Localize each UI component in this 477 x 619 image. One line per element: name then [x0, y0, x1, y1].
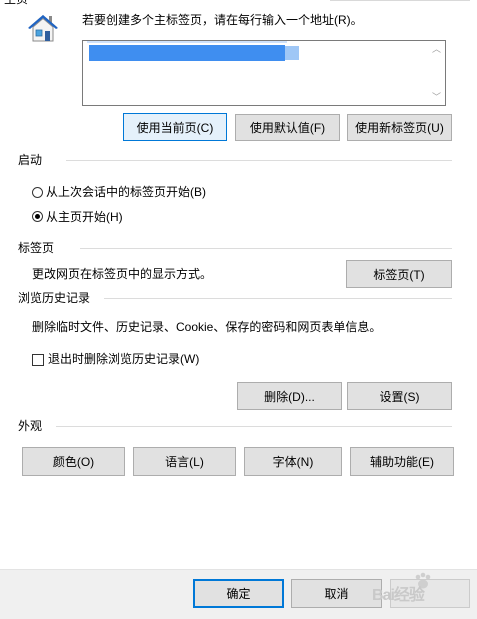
divider	[330, 0, 470, 1]
section-label-history: 浏览历史记录	[18, 291, 91, 305]
section-label-appearance: 外观	[18, 419, 43, 433]
divider	[66, 160, 452, 161]
radio-home-page[interactable]	[32, 211, 43, 222]
section-label-home: 主页	[4, 0, 28, 7]
fonts-button[interactable]: 字体(N)	[244, 447, 342, 476]
use-new-tab-button[interactable]: 使用新标签页(U)	[347, 114, 452, 141]
divider	[56, 426, 452, 427]
languages-button[interactable]: 语言(L)	[133, 447, 236, 476]
delete-on-exit-label[interactable]: 退出时删除浏览历史记录(W)	[48, 351, 199, 367]
tabs-button[interactable]: 标签页(T)	[346, 260, 452, 288]
divider	[80, 248, 452, 249]
home-description: 若要创建多个主标签页，请在每行输入一个地址(R)。	[82, 13, 363, 27]
selected-text-blur	[285, 46, 299, 60]
accessibility-button[interactable]: 辅助功能(E)	[350, 447, 454, 476]
home-icon	[26, 12, 60, 44]
watermark-text: Bai经验	[372, 587, 425, 604]
section-label-startup: 启动	[18, 153, 43, 167]
radio-home-page-label[interactable]: 从主页开始(H)	[46, 209, 123, 225]
radio-last-session[interactable]	[32, 187, 43, 198]
use-current-page-button[interactable]: 使用当前页(C)	[123, 113, 227, 141]
scroll-down-icon[interactable]: ﹀	[428, 89, 445, 105]
scroll-up-icon[interactable]: ︿	[428, 41, 445, 57]
ok-button[interactable]: 确定	[193, 579, 284, 608]
cancel-button[interactable]: 取消	[291, 579, 382, 608]
vertical-scrollbar[interactable]: ︿ ﹀	[428, 41, 445, 105]
delete-history-button[interactable]: 删除(D)...	[237, 382, 342, 410]
selected-text-blur	[87, 41, 287, 43]
tabs-description: 更改网页在标签页中的显示方式。	[32, 267, 213, 281]
history-description: 删除临时文件、历史记录、Cookie、保存的密码和网页表单信息。	[32, 320, 382, 334]
use-default-button[interactable]: 使用默认值(F)	[235, 114, 340, 141]
radio-selected-dot	[35, 214, 40, 219]
delete-on-exit-checkbox[interactable]	[32, 354, 44, 366]
colors-button[interactable]: 颜色(O)	[22, 447, 125, 476]
scroll-track[interactable]	[428, 57, 445, 89]
selected-url-text	[89, 45, 285, 61]
radio-last-session-label[interactable]: 从上次会话中的标签页开始(B)	[46, 184, 206, 200]
history-settings-button[interactable]: 设置(S)	[347, 382, 452, 410]
section-label-tabs: 标签页	[18, 241, 55, 255]
divider	[104, 298, 452, 299]
home-url-textarea[interactable]: ︿ ﹀	[82, 40, 446, 106]
